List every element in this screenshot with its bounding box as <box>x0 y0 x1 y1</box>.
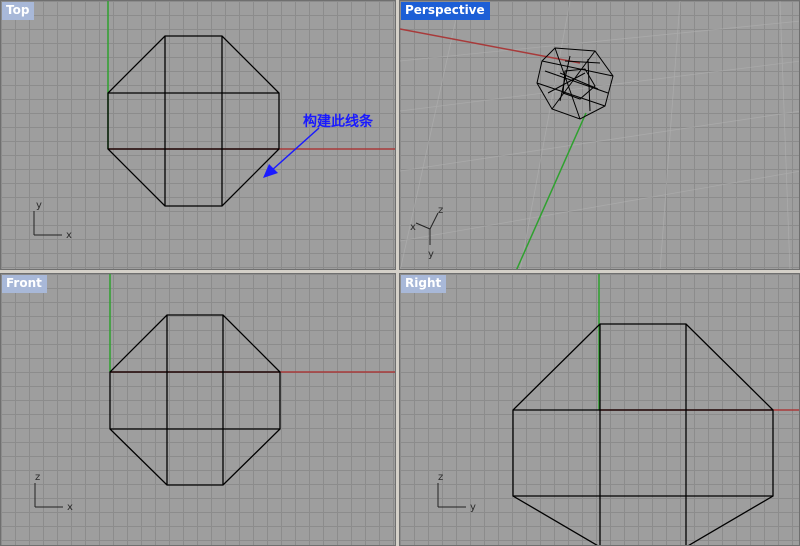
axis-icon-y-label: y <box>470 502 476 513</box>
octagon-outline <box>512 323 774 545</box>
viewport-title-perspective[interactable]: Perspective <box>401 2 490 20</box>
viewport-perspective[interactable]: z x y Perspective <box>399 0 800 270</box>
axis-icon-x-label: x <box>410 222 416 233</box>
octagon-outline <box>107 35 280 207</box>
viewport-right[interactable]: z y Right <box>399 273 800 546</box>
perspective-grid <box>400 1 799 269</box>
axis-icon-y-label: y <box>428 249 434 260</box>
axis-icon-x-label: x <box>66 230 72 241</box>
axis-icon-z-label: z <box>438 472 443 483</box>
viewport-front[interactable]: z x Front <box>0 273 396 546</box>
viewport-title-top[interactable]: Top <box>2 2 35 20</box>
viewport-top-canvas: y x <box>33 1 395 241</box>
viewport-title-right[interactable]: Right <box>401 275 447 293</box>
viewport-right-canvas: z y <box>437 274 799 545</box>
axis-icon-z <box>429 212 439 230</box>
axis-icon-x-label: x <box>67 502 73 513</box>
viewport-front-canvas: z x <box>34 274 395 513</box>
wireframe-sphere <box>536 47 614 120</box>
viewport-perspective-canvas: z x y <box>400 1 799 269</box>
viewport-title-front[interactable]: Front <box>2 275 47 293</box>
axis-icon-z-label: z <box>438 205 443 216</box>
annotation-label: 构建此线条 <box>303 114 373 130</box>
axis-icon-x <box>415 222 431 230</box>
viewport-top[interactable]: y x Top 构建此线条 <box>0 0 396 270</box>
octagon-outline <box>109 314 281 486</box>
y-axis-line <box>516 112 587 269</box>
axis-icon-z-label: z <box>35 472 40 483</box>
axis-icon-y-label: y <box>36 200 42 211</box>
